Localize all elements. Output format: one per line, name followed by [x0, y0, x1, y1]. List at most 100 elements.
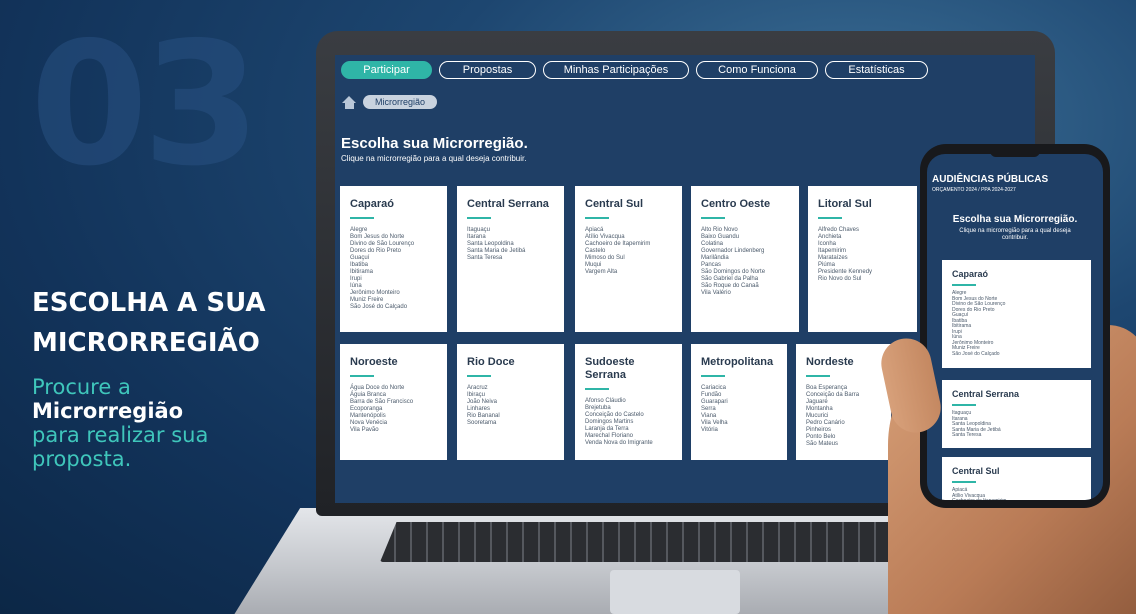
city-item: Santa Teresa — [467, 255, 503, 261]
city-list: Aracruz Ibiraçu João Neiva Linhares Rio Bana… — [467, 385, 554, 427]
city-item: Iconha — [818, 241, 837, 247]
breadcrumb-current[interactable]: Microrregião — [363, 95, 438, 109]
city-item: São Gabriel da Palha — [701, 276, 759, 282]
city-item: Ibiraçu — [467, 392, 486, 398]
city-item: Atílio Vivacqua — [585, 234, 625, 240]
city-item: Apiacá — [585, 227, 604, 233]
home-icon[interactable] — [342, 95, 357, 109]
laptop-trackpad — [610, 570, 740, 614]
city-item: São Roque do Canaã — [701, 283, 759, 289]
headline-line-2: MICRORREGIÃO — [32, 328, 260, 358]
city-item: Colatina — [701, 241, 724, 247]
accent-bar — [467, 375, 491, 377]
city-item: Ibitirama — [350, 269, 374, 275]
city-item: Iúna — [350, 283, 362, 289]
accent-bar — [350, 375, 374, 377]
phone-region-card-central-sul[interactable]: Central Sul ApiacáAtílio VivacquaCachoeir… — [942, 457, 1091, 500]
city-item: Marilândia — [701, 255, 729, 261]
accent-bar — [585, 388, 609, 390]
region-card-caparao[interactable]: Caparaó Alegre Bom Jesus do Norte Divino de… — [340, 186, 447, 332]
step-number: 03 — [30, 6, 261, 204]
city-item: Itarana — [467, 234, 486, 240]
city-item: Bom Jesus do Norte — [350, 234, 405, 240]
city-list: Alegre Bom Jesus do Norte Divino de São Lo… — [350, 227, 437, 311]
phone-region-card-central-serrana[interactable]: Central Serrana Itaguaçu Itarana Santa Leop… — [942, 380, 1091, 448]
region-card-nordeste[interactable]: Nordeste Boa Esperança Conceição da Barra J… — [796, 344, 891, 460]
city-item: Jerônimo Monteiro — [350, 290, 400, 296]
region-card-rio-doce[interactable]: Rio Doce Aracruz Ibiraçu João Neiva Linhares… — [457, 344, 564, 460]
tab-propostas[interactable]: Propostas — [439, 61, 536, 79]
city-item: Vila Valério — [701, 290, 731, 296]
city-item: Irupi — [350, 276, 362, 282]
region-card-central-sul[interactable]: Central Sul Apiacá Atílio Vivacqua Cachoeir… — [575, 186, 682, 332]
accent-bar — [806, 375, 830, 377]
accent-bar — [952, 284, 976, 286]
city-item: Jaguaré — [806, 399, 828, 405]
city-list: Afonso Cláudio Brejetuba Conceição do Cast… — [585, 398, 672, 447]
accent-bar — [818, 217, 842, 219]
phone-region-card-title: Caparaó — [952, 269, 989, 279]
accent-bar — [701, 217, 725, 219]
region-card-title: Central Serrana — [467, 198, 549, 210]
city-item: São Domingos do Norte — [701, 269, 766, 275]
city-item: Ponto Belo — [806, 434, 836, 440]
city-item: Brejetuba — [585, 405, 611, 411]
city-item: Laranja da Terra — [585, 426, 629, 432]
city-list: Cariacica Fundão Guarapari Serra Viana Vila V… — [701, 385, 777, 434]
city-item: Boa Esperança — [806, 385, 848, 391]
region-card-litoral-sul[interactable]: Litoral Sul Alfredo Chaves Anchieta Iconha I… — [808, 186, 917, 332]
city-item: Nova Venécia — [350, 420, 388, 426]
city-item: Marechal Floriano — [585, 433, 634, 439]
phone-city-list: Alegre Bom Jesus do Norte Divino de São Lo… — [952, 290, 1081, 357]
city-item: Pedro Canário — [806, 420, 845, 426]
phone-city-list: ApiacáAtílio VivacquaCachoeiro de Itapem… — [952, 487, 1081, 500]
city-list: Alfredo Chaves Anchieta Iconha Itapemirim Ma… — [818, 227, 907, 283]
tab-minhas-participacoes[interactable]: Minhas Participações — [543, 61, 689, 79]
city-item: Alegre — [350, 227, 368, 233]
phone-city-item: Santa Teresa — [952, 432, 982, 438]
city-item: Viana — [701, 413, 717, 419]
city-item: Anchieta — [818, 234, 842, 240]
city-item: Santa Leopoldina — [467, 241, 514, 247]
city-item: João Neiva — [467, 399, 498, 405]
phone-screen: AUDIÊNCIAS PÚBLICAS ORÇAMENTO 2024 / PPA… — [927, 154, 1103, 500]
accent-bar — [952, 481, 976, 483]
city-list: Água Doce do Norte Águia Branca Barra de S… — [350, 385, 437, 434]
city-item: São José do Calçado — [350, 304, 408, 310]
main-nav: Participar Propostas Minhas Participações C… — [341, 61, 928, 79]
subline-part-2: para realizar sua proposta. — [32, 423, 209, 471]
phone-city-list: Itaguaçu Itarana Santa Leopoldina Santa Mar… — [952, 410, 1081, 439]
city-item: Conceição do Castelo — [585, 412, 644, 418]
city-item: Mimoso do Sul — [585, 255, 625, 261]
city-item: Itapemirim — [818, 248, 847, 254]
city-list: Boa Esperança Conceição da Barra Jaguaré Mo… — [806, 385, 881, 448]
city-item: Governador Lindenberg — [701, 248, 765, 254]
region-card-metropolitana[interactable]: Metropolitana Cariacica Fundão Guarapari Ser… — [691, 344, 787, 460]
page-title: Escolha sua Microrregião. — [341, 135, 528, 152]
city-item: Alfredo Chaves — [818, 227, 860, 233]
phone-brand-subtitle: ORÇAMENTO 2024 / PPA 2024-2027 — [932, 187, 1016, 193]
city-item: Vitória — [701, 427, 718, 433]
region-card-title: Central Sul — [585, 198, 644, 210]
laptop-keyboard — [380, 522, 930, 562]
city-item: Castelo — [585, 248, 606, 254]
region-card-sudoeste-serrana[interactable]: Sudoeste Serrana Afonso Cláudio Brejetuba C… — [575, 344, 682, 460]
tab-como-funciona[interactable]: Como Funciona — [696, 61, 818, 79]
region-card-noroeste[interactable]: Noroeste Água Doce do Norte Águia Branca Ba… — [340, 344, 447, 460]
headline-line-1: ESCOLHA A SUA — [32, 288, 266, 318]
city-item: Alto Rio Novo — [701, 227, 738, 233]
city-item: Serra — [701, 406, 716, 412]
city-item: Santa Maria de Jetibá — [467, 248, 526, 254]
city-item: Guaçuí — [350, 255, 370, 261]
phone-page-subtitle: Clique na microrregião para a qual desej… — [959, 228, 1071, 241]
city-list: Apiacá Atílio Vivacqua Cachoeiro de Itapem… — [585, 227, 672, 276]
city-item: Pancas — [701, 262, 722, 268]
region-card-central-serrana[interactable]: Central Serrana Itaguaçu Itarana Santa Leop… — [457, 186, 564, 332]
phone-region-card-caparao[interactable]: Caparaó Alegre Bom Jesus do Norte Divino de… — [942, 260, 1091, 368]
city-item: Marataízes — [818, 255, 848, 261]
region-card-title: Caparaó — [350, 198, 395, 210]
city-item: Montanha — [806, 406, 833, 412]
tab-estatisticas[interactable]: Estatísticas — [825, 61, 928, 79]
region-card-centro-oeste[interactable]: Centro Oeste Alto Rio Novo Baixo Guandu Col… — [691, 186, 799, 332]
tab-participar[interactable]: Participar — [341, 61, 432, 79]
